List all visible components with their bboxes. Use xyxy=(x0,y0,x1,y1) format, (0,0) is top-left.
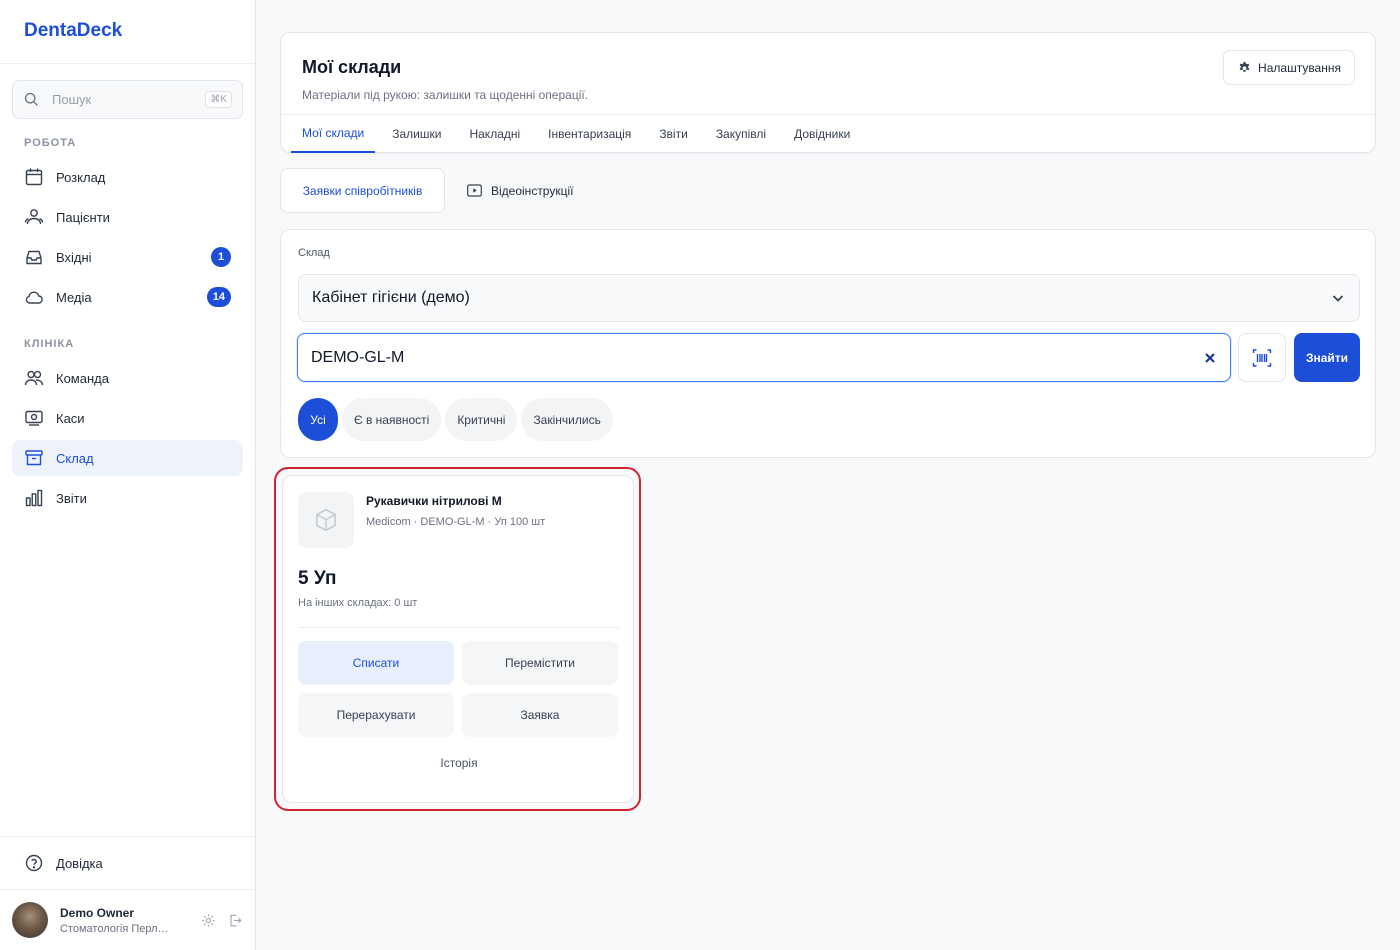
move-button[interactable]: Перемістити xyxy=(462,641,618,685)
gear-icon[interactable] xyxy=(201,913,216,928)
section-label-work: РОБОТА xyxy=(24,137,77,149)
sidebar-item-reports[interactable]: Звіти xyxy=(12,480,243,516)
warehouse-label: Склад xyxy=(298,247,330,259)
settings-button-label: Налаштування xyxy=(1258,60,1341,75)
archive-icon xyxy=(25,450,43,466)
tab-my-warehouses[interactable]: Мої склади xyxy=(291,115,376,153)
sidebar-item-label: Звіти xyxy=(56,490,87,506)
tab-directories[interactable]: Довідники xyxy=(794,115,850,153)
product-meta: Medicom · DEMO-GL-M · Уп 100 шт xyxy=(366,516,546,528)
tab-invoices[interactable]: Накладні xyxy=(469,115,520,153)
tab-stock[interactable]: Залишки xyxy=(392,115,441,153)
user-name: Demo Owner xyxy=(60,905,135,920)
search-query-value: DEMO-GL-M xyxy=(311,348,405,366)
calendar-icon xyxy=(25,168,43,186)
write-off-button[interactable]: Списати xyxy=(298,641,454,685)
stock-filter-chips: Усі Є в наявності Критичні Закінчились xyxy=(298,398,617,441)
avatar[interactable] xyxy=(12,902,48,938)
page-title: Мої склади xyxy=(302,57,402,77)
section-label-clinic: КЛІНІКА xyxy=(24,338,75,350)
cash-register-icon xyxy=(25,410,43,426)
media-count-badge: 14 xyxy=(206,287,231,307)
history-link[interactable]: Історія xyxy=(298,756,620,770)
sidebar-item-team[interactable]: Команда xyxy=(12,360,243,396)
subtab-employee-requests[interactable]: Заявки співробітників xyxy=(280,168,445,213)
settings-button[interactable]: Налаштування xyxy=(1223,50,1355,85)
tab-inventory[interactable]: Інвентаризація xyxy=(548,115,631,153)
other-warehouses-stock: На інших складах: 0 шт xyxy=(298,597,418,609)
brand-logo[interactable]: DentaDeck xyxy=(0,0,255,64)
sidebar-item-schedule[interactable]: Розклад xyxy=(12,159,243,195)
search-icon xyxy=(24,92,38,106)
logout-icon[interactable] xyxy=(228,913,243,928)
close-icon[interactable] xyxy=(1203,351,1217,365)
chip-out-of-stock[interactable]: Закінчились xyxy=(521,398,613,441)
users-icon xyxy=(24,209,44,225)
tab-bar: Мої склади Залишки Накладні Інвентаризац… xyxy=(281,114,1375,153)
sidebar-item-label: Довідка xyxy=(56,855,103,871)
chip-all[interactable]: Усі xyxy=(298,398,338,441)
sidebar-item-label: Команда xyxy=(56,370,109,386)
sidebar-item-label: Каси xyxy=(56,410,85,426)
barcode-scan-button[interactable] xyxy=(1238,333,1286,382)
box-icon xyxy=(316,508,336,532)
search-query-input[interactable]: DEMO-GL-M xyxy=(297,333,1231,382)
product-name: Рукавички нітрилові M xyxy=(366,494,502,508)
user-org: Стоматологія Перлина xyxy=(60,922,170,935)
sidebar-item-warehouse[interactable]: Склад xyxy=(12,440,243,476)
sidebar-item-inbox[interactable]: Вхідні 1 xyxy=(12,239,243,275)
cloud-icon xyxy=(25,291,43,304)
user-info: Demo Owner Стоматологія Перлина xyxy=(60,906,189,935)
team-icon xyxy=(24,370,44,386)
warehouse-select[interactable]: Кабінет гігієни (демо) xyxy=(298,274,1360,322)
chip-in-stock[interactable]: Є в наявності xyxy=(342,398,442,441)
warehouse-select-value: Кабінет гігієни (демо) xyxy=(312,289,470,306)
inbox-icon xyxy=(26,250,42,265)
user-panel: Demo Owner Стоматологія Перлина xyxy=(12,901,243,939)
sidebar-item-label: Вхідні xyxy=(56,249,92,265)
product-thumbnail xyxy=(298,492,354,548)
subtab-video-guides-label: Відеоінструкції xyxy=(491,183,574,198)
sidebar-divider xyxy=(0,889,255,890)
page-header: Мої склади Матеріали під рукою: залишки … xyxy=(280,32,1376,153)
video-icon xyxy=(467,184,482,197)
sidebar-item-label: Медіа xyxy=(56,289,92,305)
sidebar-item-media[interactable]: Медіа 14 xyxy=(12,279,243,315)
request-button[interactable]: Заявка xyxy=(462,693,618,737)
sidebar-item-patients[interactable]: Пацієнти xyxy=(12,199,243,235)
search-placeholder: Пошук xyxy=(52,92,92,107)
recount-button[interactable]: Перерахувати xyxy=(298,693,454,737)
tab-reports[interactable]: Звіти xyxy=(659,115,688,153)
card-divider xyxy=(298,627,620,628)
filter-panel: Склад Кабінет гігієни (демо) DEMO-GL-M З… xyxy=(280,229,1376,458)
tab-purchases[interactable]: Закупівлі xyxy=(716,115,766,153)
subtab-video-guides[interactable]: Відеоінструкції xyxy=(466,168,573,213)
sidebar-item-label: Пацієнти xyxy=(56,209,110,225)
search-shortcut: ⌘K xyxy=(205,91,232,108)
gear-icon xyxy=(1239,61,1250,72)
barcode-scan-icon xyxy=(1252,348,1272,367)
sidebar-divider xyxy=(0,836,255,837)
sidebar-item-label: Розклад xyxy=(56,169,106,185)
product-quantity: 5 Уп xyxy=(298,568,337,589)
inbox-count-badge: 1 xyxy=(211,247,231,267)
chip-critical[interactable]: Критичні xyxy=(445,398,518,441)
sidebar-item-help[interactable]: Довідка xyxy=(12,845,243,881)
search-input[interactable]: Пошук ⌘K xyxy=(12,80,243,119)
bar-chart-icon xyxy=(25,489,43,507)
find-button[interactable]: Знайти xyxy=(1294,333,1360,382)
product-card: Рукавички нітрилові M Medicom · DEMO-GL-… xyxy=(282,475,634,803)
sidebar-item-label: Склад xyxy=(56,450,94,466)
chevron-down-icon xyxy=(1332,295,1344,302)
sidebar-item-cash[interactable]: Каси xyxy=(12,400,243,436)
help-circle-icon xyxy=(25,854,43,872)
page-subtitle: Матеріали під рукою: залишки та щоденні … xyxy=(302,88,589,102)
sidebar: DentaDeck Пошук ⌘K РОБОТА Розклад Пацієн… xyxy=(0,0,256,950)
